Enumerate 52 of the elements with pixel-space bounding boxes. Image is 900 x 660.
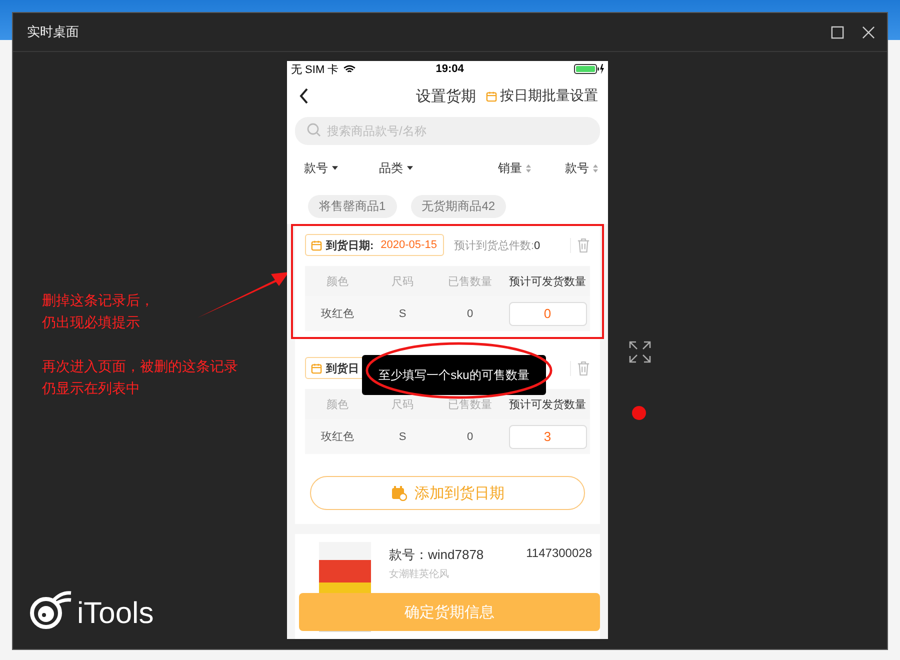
arrival-date-field[interactable]: 到货日期: 2020-05-15 [305,234,444,256]
total-count-text: 预计到货总件数:0 [454,238,540,252]
brand-name: iTools [77,597,154,631]
sort-option[interactable]: 款号 [565,160,598,176]
date-label: 到货日期: [326,238,374,252]
toast-message: 至少填写一个sku的可售数量 [362,355,546,395]
table-cell-text: 玫红色 [320,430,355,444]
product-name: 女潮鞋英伦风 [389,568,450,581]
caret-icon [332,166,338,170]
batch-date-button[interactable]: 按日期批量设置 [486,87,598,105]
product-id: 1147300028 [526,546,592,562]
window-title: 实时桌面 [27,23,79,41]
sort-icon [526,164,531,172]
calendar-icon [311,362,322,374]
column-header: 尺码 [390,274,414,288]
table-cell-text: 玫红色 [320,307,355,321]
annotation-text: 再次进入页面，被删的这条记录仍显示在列表中 [42,357,239,398]
battery-icon [574,64,604,74]
column-header: 尺码 [390,398,414,412]
calendar-add-icon [390,485,406,501]
maximize-icon[interactable] [831,26,844,38]
calendar-icon [486,90,497,102]
table-cell-text: S [398,430,408,442]
expand-icon[interactable] [629,341,651,363]
column-header: 已售数量 [447,398,493,412]
back-icon[interactable] [299,88,309,104]
page-title: 设置货期 [416,86,476,106]
column-header: 已售数量 [447,274,493,288]
table-cell-text: S [398,308,408,320]
sort-option[interactable]: 款号 [304,160,338,176]
calendar-icon [311,240,322,250]
record-dot[interactable] [632,406,646,420]
close-icon[interactable] [862,26,875,38]
clock-text: 19:04 [434,63,465,75]
filter-chip[interactable]: 将售罄商品1 [308,195,397,218]
date-value: 2020-05-15 [380,239,437,251]
column-header: 预计可发货数量 [508,274,587,288]
sort-icon [593,164,598,172]
wifi-icon [342,64,356,74]
table-cell-text: 0 [466,430,474,442]
table-cell-text: 0 [466,308,474,320]
carrier-text: 无 SIM 卡 [291,62,339,76]
column-header: 预计可发货数量 [508,398,587,412]
filter-chip[interactable]: 无货期商品42 [410,195,506,218]
sort-option[interactable]: 销量 [498,160,531,176]
caret-icon [407,166,413,170]
column-header: 颜色 [326,398,350,412]
product-code: 款号：wind7878 [389,546,484,564]
annotation-text: 删掉这条记录后，仍出现必填提示 [42,291,155,332]
date-label: 到货日 [326,362,359,376]
column-header: 颜色 [326,274,350,288]
sort-option[interactable]: 品类 [379,160,413,176]
